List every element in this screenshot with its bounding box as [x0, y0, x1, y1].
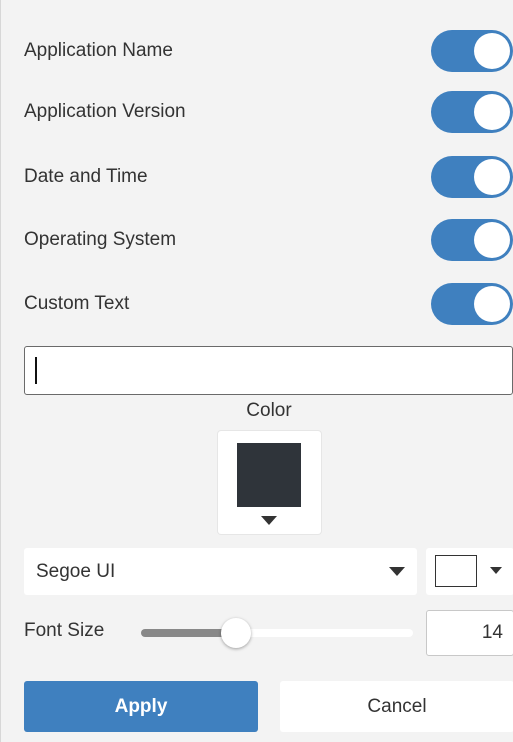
date-time-toggle[interactable]: [431, 156, 513, 198]
color-picker-button[interactable]: [218, 431, 321, 534]
chevron-down-icon: [261, 516, 277, 525]
custom-text-input[interactable]: [24, 346, 513, 395]
application-name-toggle[interactable]: [431, 30, 513, 72]
font-size-slider[interactable]: [141, 618, 413, 648]
toggle-label: Application Version: [24, 101, 186, 122]
application-version-toggle[interactable]: [431, 91, 513, 133]
toggle-row-application-name: Application Name: [24, 30, 513, 72]
text-caret: [35, 357, 37, 384]
toggle-knob: [474, 33, 510, 69]
font-family-select[interactable]: Segoe UI: [24, 548, 417, 595]
color-swatch: [237, 443, 301, 507]
toggle-label: Date and Time: [24, 166, 148, 187]
apply-button[interactable]: Apply: [24, 681, 258, 732]
operating-system-toggle[interactable]: [431, 219, 513, 261]
toggle-row-application-version: Application Version: [24, 91, 513, 133]
toggle-row-date-time: Date and Time: [24, 156, 513, 198]
color-label: Color: [246, 400, 292, 421]
toggle-label: Operating System: [24, 229, 177, 250]
text-color-select[interactable]: [426, 548, 513, 595]
slider-thumb[interactable]: [221, 618, 252, 648]
toggle-label: Custom Text: [24, 293, 130, 314]
custom-text-toggle[interactable]: [431, 283, 513, 325]
toggle-knob: [474, 159, 510, 195]
toggle-label: Application Name: [24, 40, 173, 61]
options-panel: Application Name Application Version Dat…: [0, 0, 513, 742]
font-size-label: Font Size: [24, 620, 105, 641]
toggle-knob: [474, 286, 510, 322]
toggle-row-custom-text: Custom Text: [24, 283, 513, 325]
cancel-button[interactable]: Cancel: [280, 681, 513, 732]
font-size-input[interactable]: [426, 610, 513, 656]
chevron-down-icon: [490, 567, 502, 574]
text-color-swatch: [435, 555, 477, 587]
toggle-row-operating-system: Operating System: [24, 219, 513, 261]
chevron-down-icon: [389, 567, 405, 576]
font-family-value: Segoe UI: [36, 560, 116, 582]
toggle-knob: [474, 94, 510, 130]
toggle-knob: [474, 222, 510, 258]
